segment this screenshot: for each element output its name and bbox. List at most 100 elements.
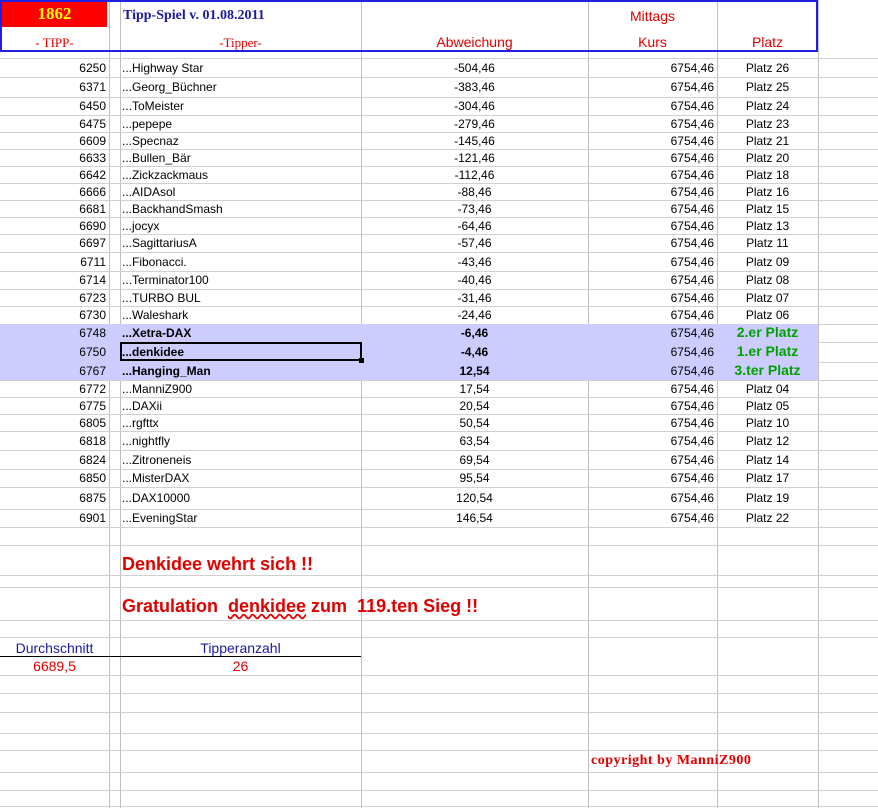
kurs-cell[interactable]: 6754,46: [588, 273, 714, 287]
abweichung-cell[interactable]: -4,46: [361, 345, 588, 359]
platz-cell[interactable]: Platz 19: [717, 491, 818, 505]
abweichung-cell[interactable]: 63,54: [361, 434, 588, 448]
kurs-cell[interactable]: 6754,46: [588, 255, 714, 269]
platz-cell[interactable]: Platz 26: [717, 61, 818, 75]
tipper-cell[interactable]: ...Xetra-DAX: [122, 326, 360, 340]
abweichung-cell[interactable]: -504,46: [361, 61, 588, 75]
abweichung-cell[interactable]: -64,46: [361, 219, 588, 233]
kurs-cell[interactable]: 6754,46: [588, 117, 714, 131]
tipper-cell[interactable]: ...TURBO BUL: [122, 291, 360, 305]
tipper-cell[interactable]: ...MisterDAX: [122, 471, 360, 485]
tipper-cell[interactable]: ...Waleshark: [122, 308, 360, 322]
kurs-cell[interactable]: 6754,46: [588, 151, 714, 165]
kurs-cell[interactable]: 6754,46: [588, 326, 714, 340]
kurs-cell[interactable]: 6754,46: [588, 345, 714, 359]
abweichung-cell[interactable]: -24,46: [361, 308, 588, 322]
tipp-cell[interactable]: 6772: [0, 382, 106, 396]
tipp-cell[interactable]: 6775: [0, 399, 106, 413]
platz-cell[interactable]: 3.ter Platz: [717, 362, 818, 378]
tipp-cell[interactable]: 6824: [0, 453, 106, 467]
platz-cell[interactable]: Platz 17: [717, 471, 818, 485]
platz-cell[interactable]: Platz 05: [717, 399, 818, 413]
tipp-cell[interactable]: 6450: [0, 99, 106, 113]
kurs-cell[interactable]: 6754,46: [588, 382, 714, 396]
tipper-cell[interactable]: ...Specnaz: [122, 134, 360, 148]
kurs-cell[interactable]: 6754,46: [588, 168, 714, 182]
platz-cell[interactable]: Platz 21: [717, 134, 818, 148]
tipper-cell[interactable]: ...Zitroneneis: [122, 453, 360, 467]
tipp-cell[interactable]: 6875: [0, 491, 106, 505]
abweichung-cell[interactable]: -40,46: [361, 273, 588, 287]
platz-cell[interactable]: Platz 20: [717, 151, 818, 165]
platz-cell[interactable]: Platz 04: [717, 382, 818, 396]
platz-cell[interactable]: Platz 09: [717, 255, 818, 269]
tipp-cell[interactable]: 6609: [0, 134, 106, 148]
kurs-cell[interactable]: 6754,46: [588, 202, 714, 216]
tipp-cell[interactable]: 6697: [0, 236, 106, 250]
kurs-cell[interactable]: 6754,46: [588, 219, 714, 233]
abweichung-cell[interactable]: -88,46: [361, 185, 588, 199]
tipper-cell[interactable]: ...rgfttx: [122, 416, 360, 430]
tipper-cell[interactable]: ...Zickzackmaus: [122, 168, 360, 182]
tipp-cell[interactable]: 6666: [0, 185, 106, 199]
abweichung-cell[interactable]: -145,46: [361, 134, 588, 148]
platz-cell[interactable]: Platz 24: [717, 99, 818, 113]
tipper-cell[interactable]: ...Bullen_Bär: [122, 151, 360, 165]
fill-handle[interactable]: [359, 358, 364, 363]
tipp-cell[interactable]: 6642: [0, 168, 106, 182]
abweichung-cell[interactable]: -73,46: [361, 202, 588, 216]
tipper-cell[interactable]: ...DAX10000: [122, 491, 360, 505]
tipp-cell[interactable]: 6730: [0, 308, 106, 322]
platz-cell[interactable]: 1.er Platz: [717, 343, 818, 359]
tipp-cell[interactable]: 6748: [0, 326, 106, 340]
tipp-cell[interactable]: 6818: [0, 434, 106, 448]
kurs-cell[interactable]: 6754,46: [588, 511, 714, 525]
tipp-cell[interactable]: 6711: [0, 255, 106, 269]
abweichung-cell[interactable]: -121,46: [361, 151, 588, 165]
tipp-cell[interactable]: 6250: [0, 61, 106, 75]
tipp-cell[interactable]: 6723: [0, 291, 106, 305]
tipper-cell[interactable]: ...Hanging_Man: [122, 364, 360, 378]
tipp-cell[interactable]: 6850: [0, 471, 106, 485]
platz-cell[interactable]: Platz 16: [717, 185, 818, 199]
tipp-cell[interactable]: 6767: [0, 364, 106, 378]
tipper-cell[interactable]: ...Highway Star: [122, 61, 360, 75]
platz-cell[interactable]: Platz 25: [717, 80, 818, 94]
tipper-cell[interactable]: ...ToMeister: [122, 99, 360, 113]
abweichung-cell[interactable]: -43,46: [361, 255, 588, 269]
tipper-cell[interactable]: ...ManniZ900: [122, 382, 360, 396]
platz-cell[interactable]: Platz 23: [717, 117, 818, 131]
abweichung-cell[interactable]: -6,46: [361, 326, 588, 340]
kurs-cell[interactable]: 6754,46: [588, 99, 714, 113]
kurs-cell[interactable]: 6754,46: [588, 291, 714, 305]
tipp-cell[interactable]: 6633: [0, 151, 106, 165]
kurs-cell[interactable]: 6754,46: [588, 471, 714, 485]
kurs-cell[interactable]: 6754,46: [588, 434, 714, 448]
abweichung-cell[interactable]: -112,46: [361, 168, 588, 182]
abweichung-cell[interactable]: 120,54: [361, 491, 588, 505]
platz-cell[interactable]: Platz 12: [717, 434, 818, 448]
abweichung-cell[interactable]: 95,54: [361, 471, 588, 485]
platz-cell[interactable]: Platz 18: [717, 168, 818, 182]
tipp-cell[interactable]: 6371: [0, 80, 106, 94]
platz-cell[interactable]: Platz 06: [717, 308, 818, 322]
platz-cell[interactable]: Platz 15: [717, 202, 818, 216]
kurs-cell[interactable]: 6754,46: [588, 308, 714, 322]
tipper-cell[interactable]: ...jocyx: [122, 219, 360, 233]
tipper-cell[interactable]: ...AIDAsol: [122, 185, 360, 199]
selected-cell[interactable]: [120, 342, 362, 361]
platz-cell[interactable]: Platz 11: [717, 236, 818, 250]
kurs-cell[interactable]: 6754,46: [588, 364, 714, 378]
kurs-cell[interactable]: 6754,46: [588, 236, 714, 250]
abweichung-cell[interactable]: 17,54: [361, 382, 588, 396]
abweichung-cell[interactable]: 12,54: [361, 364, 588, 378]
kurs-cell[interactable]: 6754,46: [588, 491, 714, 505]
tipp-cell[interactable]: 6690: [0, 219, 106, 233]
platz-cell[interactable]: Platz 08: [717, 273, 818, 287]
abweichung-cell[interactable]: -304,46: [361, 99, 588, 113]
abweichung-cell[interactable]: -279,46: [361, 117, 588, 131]
kurs-cell[interactable]: 6754,46: [588, 134, 714, 148]
tipper-cell[interactable]: ...Fibonacci.: [122, 255, 360, 269]
tipp-cell[interactable]: 6475: [0, 117, 106, 131]
abweichung-cell[interactable]: 69,54: [361, 453, 588, 467]
